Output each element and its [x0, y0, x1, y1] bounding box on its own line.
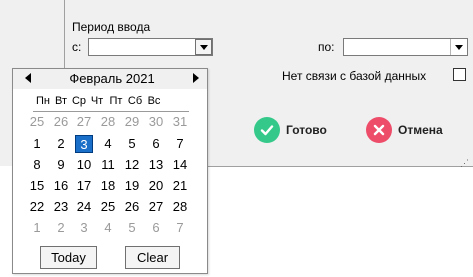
date-range-form: ⋰ Период ввода с: по: Нет связи с базой …	[0, 0, 473, 277]
calendar-day[interactable]: 9	[52, 156, 70, 174]
weekday-header: Сб	[127, 95, 143, 107]
chevron-down-icon	[199, 44, 208, 50]
calendar-day[interactable]: 20	[147, 177, 165, 195]
calendar-day[interactable]: 6	[147, 219, 165, 237]
weekday-header: Ср	[71, 95, 87, 107]
clear-button[interactable]: Clear	[125, 246, 180, 269]
to-dropdown-button[interactable]	[450, 39, 467, 55]
weekday-header: Пт	[109, 95, 123, 107]
calendar-divider	[33, 111, 189, 112]
calendar-day[interactable]: 2	[52, 219, 70, 237]
calendar-month-label[interactable]: Февраль 2021	[33, 71, 191, 86]
calendar-day[interactable]: 3	[75, 219, 93, 237]
calendar-day[interactable]: 15	[28, 177, 46, 195]
calendar-day[interactable]: 16	[52, 177, 70, 195]
from-dropdown-button[interactable]	[195, 39, 212, 55]
calendar-day[interactable]: 7	[171, 135, 189, 153]
weekday-header: Вт	[54, 95, 67, 107]
weekday-header: Вс	[147, 95, 161, 107]
calendar-day[interactable]: 19	[123, 177, 141, 195]
calendar-day[interactable]: 1	[28, 219, 46, 237]
calendar-day[interactable]: 23	[52, 198, 70, 216]
check-icon	[254, 117, 280, 143]
calendar-day[interactable]: 25	[28, 113, 46, 131]
calendar-day[interactable]: 2	[52, 135, 70, 153]
weekday-header: Пн	[36, 95, 50, 107]
today-button[interactable]: Today	[40, 246, 97, 269]
calendar-day[interactable]: 5	[123, 135, 141, 153]
resize-grip-icon[interactable]: ⋰	[460, 159, 470, 168]
next-month-icon[interactable]	[193, 73, 199, 83]
calendar-day[interactable]: 17	[75, 177, 93, 195]
calendar-day[interactable]: 14	[171, 156, 189, 174]
calendar-day[interactable]: 27	[147, 198, 165, 216]
no-db-label: Нет связи с базой данных	[282, 69, 427, 83]
calendar-day[interactable]: 26	[52, 113, 70, 131]
calendar-day[interactable]: 28	[171, 198, 189, 216]
calendar-day[interactable]: 24	[75, 198, 93, 216]
calendar-day[interactable]: 10	[75, 156, 93, 174]
weekday-header: Чт	[90, 95, 104, 107]
cancel-label: Отмена	[398, 123, 443, 137]
calendar-day[interactable]: 18	[99, 177, 117, 195]
to-label: по:	[318, 40, 335, 54]
to-date-combo[interactable]	[343, 38, 468, 56]
calendar-popup: Февраль 2021 Пн Вт Ср Чт Пт Сб Вс 25 26 27 28 29 30 3…	[12, 68, 208, 274]
calendar-day[interactable]: 21	[171, 177, 189, 195]
calendar-day[interactable]: 29	[123, 113, 141, 131]
calendar-day[interactable]: 1	[28, 135, 46, 153]
done-label: Готово	[286, 123, 327, 137]
from-date-combo[interactable]	[88, 38, 213, 56]
from-label: с:	[72, 40, 82, 54]
close-icon	[366, 117, 392, 143]
calendar-day[interactable]: 7	[171, 219, 189, 237]
calendar-day[interactable]: 4	[99, 135, 117, 153]
calendar-day[interactable]: 8	[28, 156, 46, 174]
period-title: Период ввода	[72, 20, 151, 34]
calendar-day[interactable]: 4	[99, 219, 117, 237]
calendar-day[interactable]: 13	[147, 156, 165, 174]
calendar-day[interactable]: 31	[171, 113, 189, 131]
calendar-day[interactable]: 26	[123, 198, 141, 216]
calendar-day[interactable]: 25	[99, 198, 117, 216]
cancel-button[interactable]: Отмена	[366, 117, 443, 143]
calendar-day[interactable]: 6	[147, 135, 165, 153]
done-button[interactable]: Готово	[254, 117, 327, 143]
calendar-day[interactable]: 3	[75, 135, 93, 153]
calendar-day[interactable]: 11	[99, 156, 117, 174]
calendar-day[interactable]: 30	[147, 113, 165, 131]
chevron-down-icon	[455, 44, 463, 50]
no-db-checkbox[interactable]	[453, 68, 466, 81]
calendar-day[interactable]: 12	[123, 156, 141, 174]
calendar-day[interactable]: 22	[28, 198, 46, 216]
prev-month-icon[interactable]	[25, 73, 31, 83]
calendar-day[interactable]: 27	[75, 113, 93, 131]
calendar-day[interactable]: 28	[99, 113, 117, 131]
calendar-day[interactable]: 5	[123, 219, 141, 237]
